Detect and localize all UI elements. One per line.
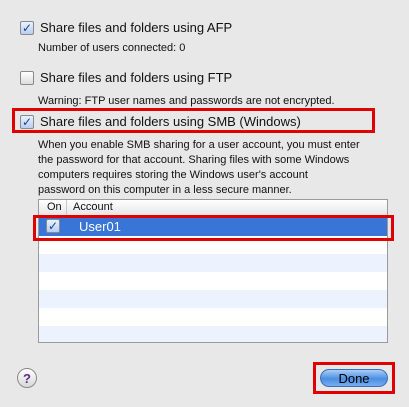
- smb-description: When you enable SMB sharing for a user a…: [38, 138, 388, 198]
- afp-checkbox[interactable]: ✓: [20, 20, 34, 35]
- empty-row: [39, 254, 387, 272]
- done-button-label: Done: [338, 370, 370, 386]
- table-header: On Account: [39, 200, 387, 216]
- smb-checkbox[interactable]: ✓: [20, 114, 34, 129]
- help-button[interactable]: ?: [17, 368, 37, 388]
- selected-row-highlight-box: [33, 215, 394, 241]
- empty-row: [39, 326, 387, 342]
- done-button[interactable]: Done: [320, 369, 388, 387]
- ftp-checkbox[interactable]: [20, 70, 34, 85]
- ftp-option[interactable]: Share files and folders using FTP: [20, 70, 232, 85]
- smb-description-line: When you enable SMB sharing for a user a…: [38, 139, 360, 151]
- smb-description-line: the password for that account. Sharing f…: [38, 154, 350, 166]
- smb-description-line: computers requires storing the Windows u…: [38, 169, 308, 181]
- ftp-label: Share files and folders using FTP: [40, 70, 233, 85]
- smb-option[interactable]: ✓ Share files and folders using SMB (Win…: [20, 114, 301, 129]
- ftp-warning-text: Warning: FTP user names and passwords ar…: [38, 95, 335, 107]
- column-header-on[interactable]: On: [39, 200, 67, 215]
- afp-status-text: Number of users connected: 0: [38, 42, 186, 54]
- empty-row: [39, 272, 387, 290]
- afp-label: Share files and folders using AFP: [40, 20, 233, 35]
- afp-option[interactable]: ✓ Share files and folders using AFP: [20, 20, 232, 35]
- question-mark-icon: ?: [23, 370, 31, 386]
- empty-row: [39, 308, 387, 326]
- smb-label: Share files and folders using SMB (Windo…: [40, 114, 301, 129]
- empty-row: [39, 290, 387, 308]
- column-header-account[interactable]: Account: [67, 200, 113, 215]
- smb-description-line: password on this computer in a less secu…: [38, 184, 292, 196]
